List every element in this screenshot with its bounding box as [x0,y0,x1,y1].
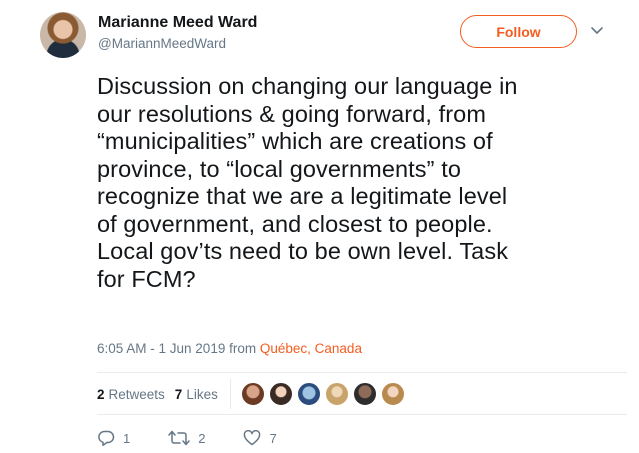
author-name[interactable]: Marianne Meed Ward [98,14,257,32]
tweet-line: for FCM? [97,265,196,292]
likes-stat[interactable]: 7 Likes [175,387,218,402]
likes-label: Likes [186,386,218,402]
reply-count: 1 [123,430,131,446]
liker-avatar[interactable] [240,382,265,406]
tweet-line: recognize that we are a legitimate level [97,183,508,209]
liker-avatar[interactable] [296,382,321,406]
retweets-stat[interactable]: 2 Retweets [97,387,165,402]
liker-avatar[interactable] [268,382,293,406]
retweet-count: 2 [198,430,206,446]
tweet-actions: 1 2 7 [97,430,315,446]
retweet-button[interactable]: 2 [168,430,205,446]
liker-avatar[interactable] [324,382,349,406]
like-button[interactable]: 7 [243,430,277,446]
liker-avatar[interactable] [380,382,405,406]
tweet-text: Discussion on changing our language in o… [97,73,597,293]
tweet-header: Marianne Meed Ward @MariannMeedWard Foll… [40,12,630,60]
from-label: from [229,341,257,356]
tweet-line: Discussion on changing our language in [97,73,518,99]
retweets-label: Retweets [108,386,165,402]
divider [97,372,627,373]
retweets-count: 2 [97,386,105,402]
tweet-stats: 2 Retweets 7 Likes [97,379,409,409]
liker-avatar[interactable] [352,382,377,406]
likes-count: 7 [174,386,183,402]
heart-icon [244,430,261,446]
author-avatar[interactable] [40,12,86,58]
author-handle[interactable]: @MariannMeedWard [98,36,226,51]
tweet-line: “municipalities” which are creations of [97,128,493,154]
like-count: 7 [269,430,277,446]
tweet-line: our resolutions & going forward, from [97,100,487,127]
reply-button[interactable]: 1 [97,430,130,446]
divider [97,414,627,415]
follow-button[interactable]: Follow [460,15,577,48]
retweet-icon [168,430,190,446]
reply-icon [98,430,115,446]
tweet-location[interactable]: Québec, Canada [260,341,362,356]
tweet-line: of government, and closest to people. [97,210,493,237]
caret-down-icon[interactable] [589,22,605,38]
tweet-line: Local gov’ts need to be own level. Task [97,238,509,264]
tweet-timestamp[interactable]: 6:05 AM - 1 Jun 2019 [97,341,225,356]
divider [229,379,231,409]
tweet-metadata: 6:05 AM - 1 Jun 2019 from Québec, Canada [97,341,362,356]
tweet-line: province, to “local governments” to [97,155,461,182]
